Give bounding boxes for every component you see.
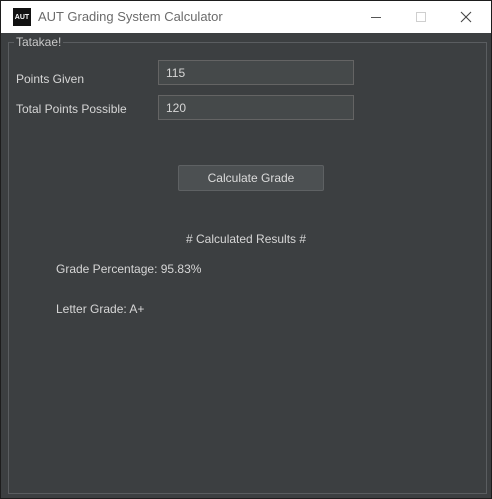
letter-grade-text: Letter Grade: A+	[56, 302, 145, 316]
calculate-grade-button[interactable]: Calculate Grade	[178, 165, 324, 191]
close-icon	[460, 11, 472, 23]
group-title: Tatakae!	[14, 35, 64, 49]
points-given-input[interactable]: 115	[158, 60, 354, 85]
close-button[interactable]	[443, 1, 489, 33]
total-points-input[interactable]: 120	[158, 95, 354, 120]
window-title: AUT Grading System Calculator	[38, 9, 223, 24]
maximize-icon	[416, 12, 426, 22]
grade-percentage-text: Grade Percentage: 95.83%	[56, 262, 202, 276]
total-points-label: Total Points Possible	[16, 102, 127, 116]
minimize-button[interactable]	[353, 1, 399, 33]
app-logo-icon: AUT	[13, 8, 31, 26]
app-window: AUT AUT Grading System Calculator Tataka…	[0, 0, 492, 499]
maximize-button[interactable]	[398, 1, 444, 33]
title-bar[interactable]: AUT AUT Grading System Calculator	[1, 1, 491, 33]
results-header: # Calculated Results #	[186, 232, 307, 246]
minimize-icon	[371, 16, 381, 18]
main-panel: Tatakae! Points Given 115 Total Points P…	[2, 33, 491, 498]
points-given-label: Points Given	[16, 72, 85, 86]
